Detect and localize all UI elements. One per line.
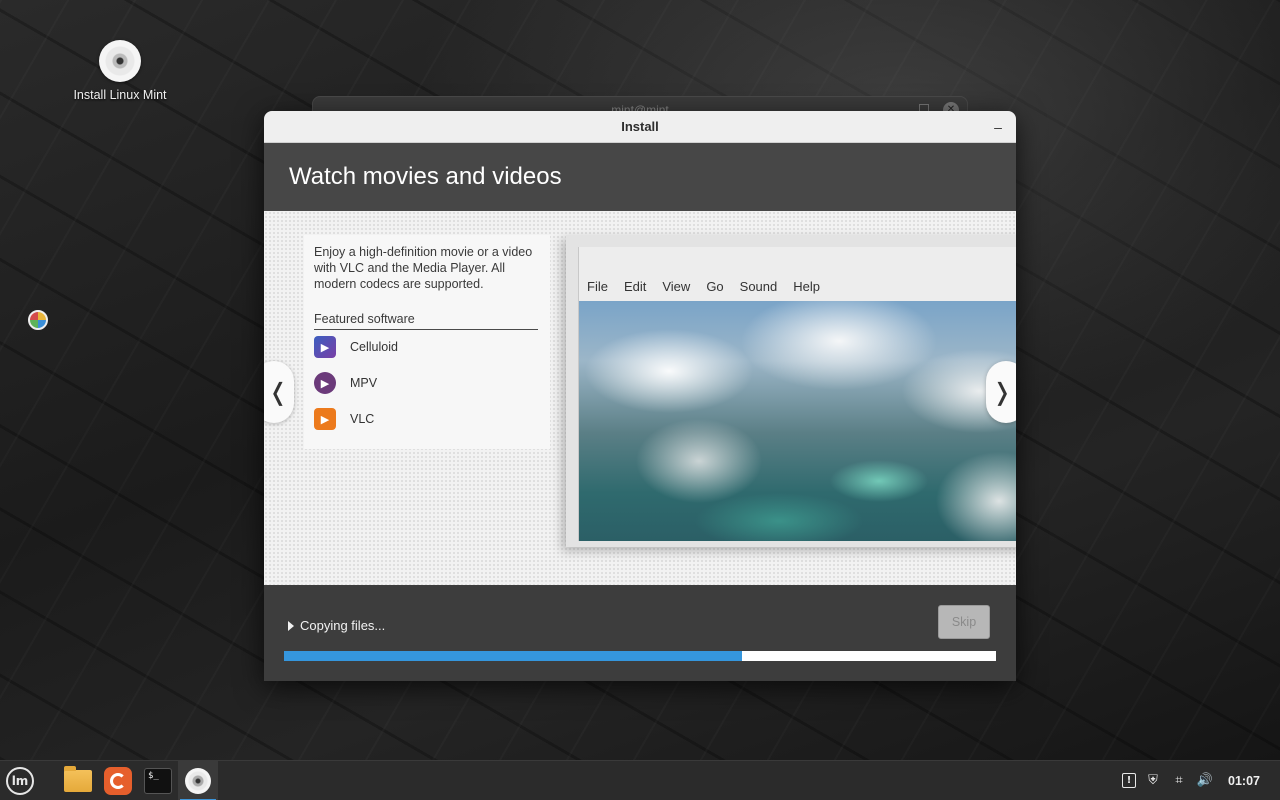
disc-icon bbox=[99, 40, 141, 82]
launcher-terminal[interactable]: $_ bbox=[138, 761, 178, 800]
player-menubar: File Edit View Go Sound Help bbox=[579, 277, 828, 301]
mpv-icon: ▶ bbox=[314, 372, 336, 394]
clock[interactable]: 01:07 bbox=[1228, 774, 1260, 788]
window-title: Install bbox=[621, 119, 659, 134]
launcher-files[interactable] bbox=[58, 761, 98, 800]
slide-screenshot: File Edit View Go Sound Help bbox=[566, 235, 1016, 547]
progress-status-text: Copying files... bbox=[300, 618, 386, 633]
player-menu-file: File bbox=[587, 279, 608, 294]
notes-icon[interactable]: ! bbox=[1122, 773, 1137, 788]
featured-app-label: Celluloid bbox=[350, 340, 398, 354]
skip-button[interactable]: Skip bbox=[938, 605, 990, 639]
featured-app-celluloid: ▶ Celluloid bbox=[314, 335, 398, 359]
slide-description: Enjoy a high-definition movie or a video… bbox=[314, 245, 533, 291]
color-orb-icon[interactable] bbox=[28, 310, 48, 330]
player-menu-view: View bbox=[662, 279, 691, 294]
launcher-installer[interactable] bbox=[178, 760, 218, 800]
update-shield-icon[interactable]: ⛨ bbox=[1144, 772, 1162, 790]
terminal-icon: $_ bbox=[144, 767, 172, 794]
minimize-button[interactable]: – bbox=[988, 117, 1008, 137]
taskbar: lm $_ ! ⛨ ⌗ 🔊 01:07 bbox=[0, 760, 1280, 800]
player-menu-help: Help bbox=[793, 279, 820, 294]
player-menu-go: Go bbox=[706, 279, 724, 294]
folder-icon bbox=[64, 765, 92, 792]
featured-app-label: VLC bbox=[350, 412, 375, 426]
player-menu-edit: Edit bbox=[623, 279, 647, 294]
desktop: Install Linux Mint mint@mint ✕ Install –… bbox=[0, 0, 1280, 760]
network-icon[interactable]: ⌗ bbox=[1170, 772, 1188, 790]
desktop-icon-install-linux-mint[interactable]: Install Linux Mint bbox=[60, 40, 180, 102]
featured-app-label: MPV bbox=[350, 376, 378, 390]
featured-app-mpv: ▶ MPV bbox=[314, 371, 377, 395]
slide-title: Watch movies and videos bbox=[289, 163, 562, 190]
system-tray: ! ⛨ ⌗ 🔊 01:07 bbox=[1122, 772, 1280, 790]
volume-icon[interactable]: 🔊 bbox=[1196, 772, 1214, 790]
next-slide-button[interactable]: ❭ bbox=[986, 361, 1016, 423]
firefox-icon bbox=[104, 766, 132, 795]
previous-slide-button[interactable]: ❬ bbox=[264, 361, 294, 423]
slideshow: Enjoy a high-definition movie or a video… bbox=[264, 211, 1016, 585]
installer-window: Install – Watch movies and videos Enjoy … bbox=[264, 111, 1016, 681]
desktop-icon-label: Install Linux Mint bbox=[73, 88, 167, 102]
progress-bar-fill bbox=[284, 651, 742, 661]
install-progress-bar bbox=[284, 651, 996, 661]
install-progress-section: Copying files... Skip bbox=[264, 585, 1016, 681]
player-menu-sound: Sound bbox=[739, 279, 778, 294]
media-player-preview: File Edit View Go Sound Help bbox=[578, 247, 1016, 541]
celluloid-icon: ▶ bbox=[314, 336, 336, 358]
progress-details-expander[interactable]: Copying files... bbox=[288, 618, 385, 633]
featured-app-vlc: ▶ VLC bbox=[314, 407, 374, 431]
disc-icon bbox=[185, 767, 211, 794]
launcher-firefox[interactable] bbox=[98, 761, 138, 800]
featured-software-heading: Featured software bbox=[314, 312, 538, 330]
vlc-icon: ▶ bbox=[314, 408, 336, 430]
window-titlebar[interactable]: Install – bbox=[264, 111, 1016, 143]
menu-button[interactable]: lm bbox=[0, 761, 40, 800]
video-frame-aerial-clouds bbox=[579, 301, 1016, 541]
linux-mint-menu-icon: lm bbox=[6, 766, 34, 795]
slide-text-panel: Enjoy a high-definition movie or a video… bbox=[304, 235, 550, 449]
slide-header: Watch movies and videos bbox=[264, 143, 1016, 211]
expander-arrow-icon bbox=[288, 620, 294, 631]
